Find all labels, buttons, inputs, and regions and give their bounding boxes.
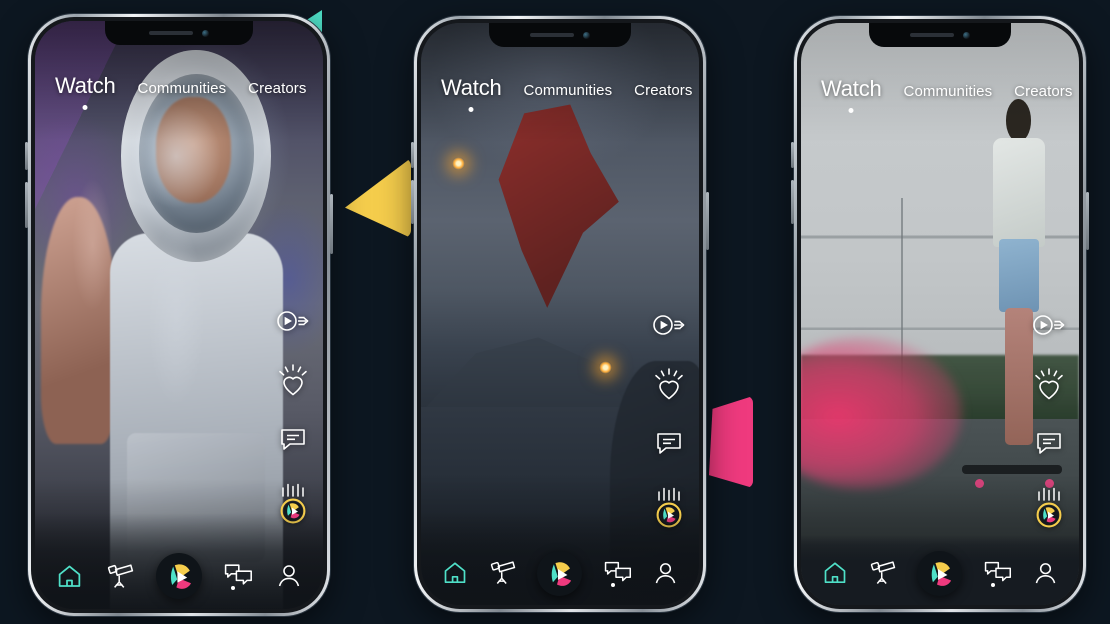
volume-up-button[interactable] <box>411 142 414 168</box>
top-nav: Watch Communities Creators <box>35 73 323 110</box>
nav-profile-button[interactable] <box>653 561 678 586</box>
tab-communities[interactable]: Communities <box>138 80 227 97</box>
nav-messages-button[interactable] <box>224 563 253 590</box>
nav-discover-button[interactable] <box>106 563 134 590</box>
tab-communities-label: Communities <box>523 82 613 99</box>
phone-1: Watch Communities Creators <box>25 14 333 616</box>
yellow-triangle-icon <box>345 158 411 238</box>
notch <box>105 21 253 45</box>
scene-skater-legs <box>1004 307 1034 446</box>
nav-create-button[interactable] <box>917 550 963 596</box>
top-nav: Watch Communities Creators <box>801 76 1079 113</box>
tab-communities[interactable]: Communities <box>904 83 993 100</box>
like-button[interactable] <box>1033 367 1065 401</box>
volume-down-button[interactable] <box>791 180 794 224</box>
nav-discover-button[interactable] <box>489 560 516 586</box>
tab-watch[interactable]: Watch <box>821 76 882 113</box>
tab-watch-label: Watch <box>441 75 502 100</box>
tab-creators-label: Creators <box>634 82 693 99</box>
scene-skater-shirt <box>993 138 1045 247</box>
tab-creators[interactable]: Creators <box>1014 83 1072 100</box>
tab-communities-label: Communities <box>137 80 227 97</box>
tab-watch[interactable]: Watch <box>55 73 116 110</box>
scene-skater-shorts <box>998 239 1039 312</box>
nav-home-button[interactable] <box>56 563 83 590</box>
earpiece-speaker <box>530 33 574 37</box>
scene-flame-hand <box>451 156 465 170</box>
tab-watch-label: Watch <box>55 73 116 98</box>
front-camera-icon <box>583 31 590 39</box>
phone-3-screen[interactable]: Watch Communities Creators <box>801 23 1079 605</box>
nav-create-button[interactable] <box>537 550 583 596</box>
bottom-nav <box>801 541 1079 605</box>
phone-2-screen[interactable]: Watch Communities Creators <box>421 23 699 605</box>
bottom-nav <box>35 543 323 609</box>
nav-profile-button[interactable] <box>1033 561 1058 586</box>
front-camera-icon <box>963 31 970 39</box>
scene-child <box>40 197 116 445</box>
messages-unread-dot <box>990 583 995 587</box>
nav-home-button[interactable] <box>442 560 468 586</box>
active-tab-dot <box>468 107 474 112</box>
volume-down-button[interactable] <box>25 182 28 228</box>
messages-unread-dot <box>610 583 615 587</box>
like-button[interactable] <box>277 363 309 397</box>
comment-button[interactable] <box>279 427 307 453</box>
power-button[interactable] <box>330 194 333 254</box>
volume-down-button[interactable] <box>411 180 414 224</box>
notch <box>869 23 1011 47</box>
tab-communities-label: Communities <box>903 83 993 100</box>
earpiece-speaker <box>910 33 954 37</box>
active-tab-dot <box>848 108 854 113</box>
tab-watch-label: Watch <box>821 76 882 101</box>
pink-quad-icon <box>709 396 753 488</box>
volume-up-button[interactable] <box>25 142 28 170</box>
tab-creators[interactable]: Creators <box>634 82 692 99</box>
scene-flame-foot <box>598 360 612 374</box>
boost-badge-button[interactable] <box>1031 487 1067 529</box>
active-tab-dot <box>82 105 88 110</box>
tab-watch[interactable]: Watch <box>441 75 502 112</box>
comment-button[interactable] <box>655 431 683 457</box>
tab-creators-label: Creators <box>248 80 307 97</box>
phone-3: Watch Communities Creators <box>791 16 1089 612</box>
action-rail <box>275 309 311 525</box>
power-button[interactable] <box>1086 192 1089 250</box>
tab-creators[interactable]: Creators <box>248 80 306 97</box>
nav-messages-button[interactable] <box>604 560 632 587</box>
share-button[interactable] <box>1032 313 1066 337</box>
messages-unread-dot <box>231 586 236 590</box>
action-rail <box>651 313 687 529</box>
earpiece-speaker <box>149 31 193 35</box>
nav-profile-button[interactable] <box>276 563 302 589</box>
app-stage: Watch Communities Creators Watch Communi… <box>0 0 1110 624</box>
nav-create-button[interactable] <box>155 553 202 599</box>
nav-messages-button[interactable] <box>984 560 1012 587</box>
tab-creators-label: Creators <box>1014 83 1073 100</box>
nav-home-button[interactable] <box>822 560 848 586</box>
phone-2: Watch Communities Creators <box>411 16 709 612</box>
nav-discover-button[interactable] <box>869 560 896 586</box>
action-rail <box>1031 313 1067 529</box>
volume-up-button[interactable] <box>791 142 794 168</box>
comment-button[interactable] <box>1035 431 1063 457</box>
bottom-nav <box>421 541 699 605</box>
front-camera-icon <box>202 29 209 37</box>
tab-communities[interactable]: Communities <box>524 82 613 99</box>
notch <box>489 23 631 47</box>
phone-1-screen[interactable]: Watch Communities Creators <box>35 21 323 609</box>
like-button[interactable] <box>653 367 685 401</box>
share-button[interactable] <box>652 313 686 337</box>
share-button[interactable] <box>276 309 310 333</box>
top-nav: Watch Communities Creators <box>421 75 699 112</box>
power-button[interactable] <box>706 192 709 250</box>
